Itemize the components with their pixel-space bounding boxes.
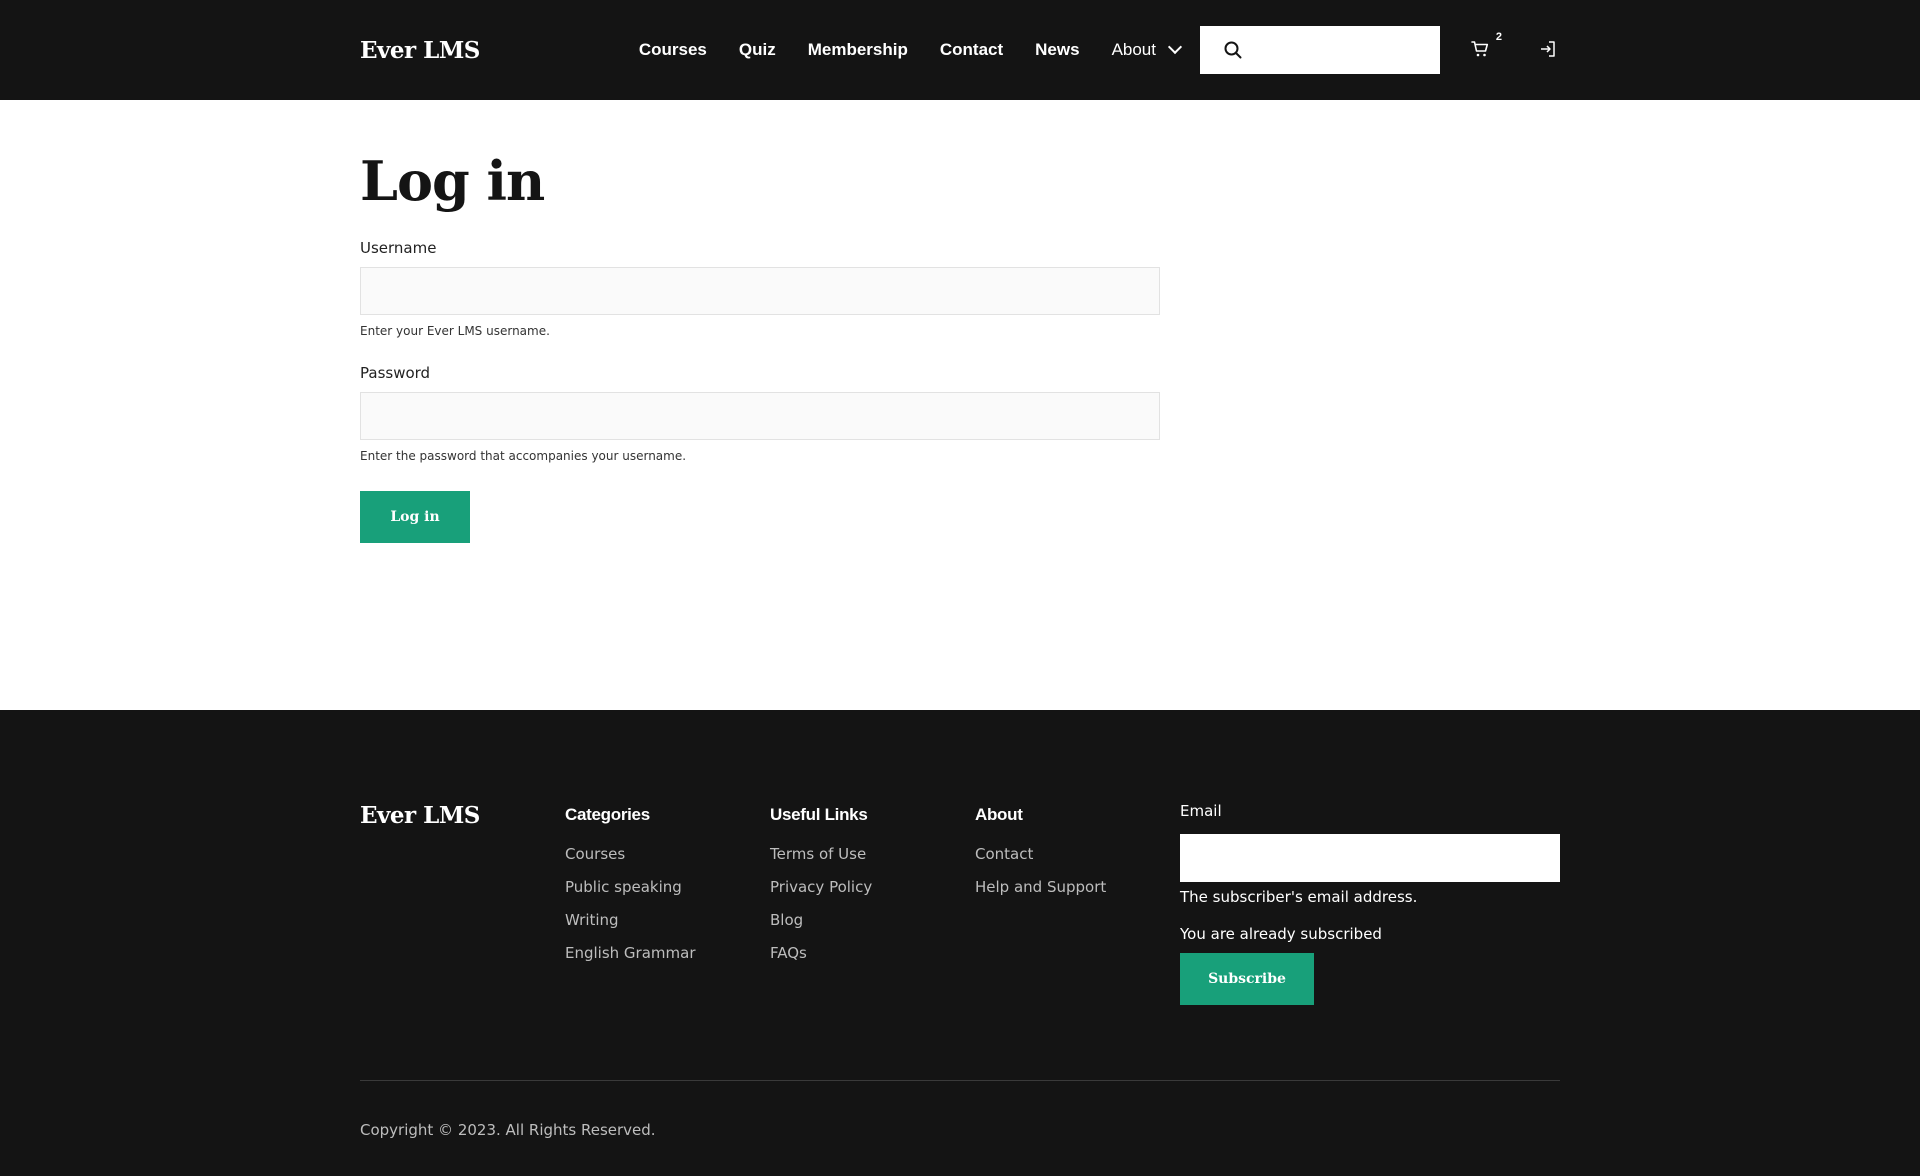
nav-item-about-label: About	[1111, 40, 1156, 59]
password-input[interactable]	[360, 392, 1160, 441]
footer-logo[interactable]: Ever LMS	[360, 802, 565, 829]
site-footer: Ever LMS Categories Courses Public speak…	[0, 710, 1920, 1176]
login-button-submit[interactable]: Log in	[360, 491, 470, 544]
footer-link-writing[interactable]: Writing	[565, 911, 770, 929]
footer-link-contact[interactable]: Contact	[975, 845, 1180, 863]
subscribe-button[interactable]: Subscribe	[1180, 953, 1314, 1005]
footer-col-title: About	[975, 805, 1023, 824]
footer-links: Courses Public speaking Writing English …	[565, 845, 770, 962]
password-form-item: Password Enter the password that accompa…	[360, 364, 1560, 463]
footer-link-help-support[interactable]: Help and Support	[975, 878, 1180, 896]
footer-col-title: Useful Links	[770, 805, 868, 824]
footer-col-about: About Contact Help and Support	[975, 802, 1180, 911]
login-form: Username Enter your Ever LMS username. P…	[360, 239, 1560, 544]
nav-item-membership[interactable]: Membership	[808, 40, 908, 60]
site-logo[interactable]: Ever LMS	[360, 37, 480, 64]
nav-item-news[interactable]: News	[1035, 40, 1079, 60]
nav-item-about[interactable]: About	[1111, 39, 1183, 60]
newsletter-email-help: The subscriber's email address.	[1180, 888, 1418, 906]
newsletter-status: You are already subscribed	[1180, 925, 1382, 943]
header-container: Ever LMS Courses Quiz Membership Contact…	[360, 0, 1560, 100]
chevron-down-icon	[1167, 39, 1183, 55]
username-form-item: Username Enter your Ever LMS username.	[360, 239, 1560, 338]
search-icon[interactable]	[1224, 41, 1242, 59]
page-title: Log in	[360, 149, 545, 213]
cart-count-badge: 2	[1495, 31, 1502, 43]
footer-links: Contact Help and Support	[975, 845, 1180, 896]
newsletter-email-label: Email	[1180, 802, 1222, 820]
footer-link-faqs[interactable]: FAQs	[770, 944, 975, 962]
footer-row: Ever LMS Categories Courses Public speak…	[360, 802, 1560, 1080]
main-nav: Courses Quiz Membership Contact News Abo…	[607, 25, 1560, 75]
nav-item-quiz[interactable]: Quiz	[739, 40, 776, 60]
username-label: Username	[360, 239, 437, 258]
copyright: Copyright © 2023. All Rights Reserved.	[360, 1121, 656, 1139]
footer-links: Terms of Use Privacy Policy Blog FAQs	[770, 845, 975, 962]
footer-link-english-grammar[interactable]: English Grammar	[565, 944, 770, 962]
nav-item-contact[interactable]: Contact	[940, 40, 1003, 60]
cart-icon	[1471, 41, 1489, 57]
footer-link-courses[interactable]: Courses	[565, 845, 770, 863]
footer-link-blog[interactable]: Blog	[770, 911, 975, 929]
login-icon	[1541, 41, 1555, 57]
footer-link-public-speaking[interactable]: Public speaking	[565, 878, 770, 896]
username-input[interactable]	[360, 267, 1160, 316]
footer-divider	[360, 1080, 1560, 1081]
footer-col-title: Categories	[565, 805, 650, 824]
site-header: Ever LMS Courses Quiz Membership Contact…	[0, 0, 1920, 100]
newsletter-email-input[interactable]	[1180, 834, 1560, 882]
main-content: Log in Username Enter your Ever LMS user…	[0, 100, 1920, 710]
search-box	[1200, 25, 1455, 75]
main-container: Log in Username Enter your Ever LMS user…	[360, 100, 1560, 544]
footer-link-privacy[interactable]: Privacy Policy	[770, 878, 975, 896]
password-label: Password	[360, 364, 431, 383]
footer-link-terms[interactable]: Terms of Use	[770, 845, 975, 863]
footer-col-categories: Categories Courses Public speaking Writi…	[565, 802, 770, 977]
footer-col-useful-links: Useful Links Terms of Use Privacy Policy…	[770, 802, 975, 977]
cart-button[interactable]: 2	[1470, 31, 1502, 61]
username-help: Enter your Ever LMS username.	[360, 324, 550, 339]
password-help: Enter the password that accompanies your…	[360, 449, 687, 464]
footer-container: Ever LMS Categories Courses Public speak…	[360, 710, 1560, 1139]
nav-item-courses[interactable]: Courses	[639, 40, 707, 60]
login-button[interactable]	[1538, 39, 1560, 61]
newsletter-form: Email The subscriber's email address. Yo…	[1180, 802, 1560, 1005]
search-input[interactable]	[1252, 25, 1455, 75]
